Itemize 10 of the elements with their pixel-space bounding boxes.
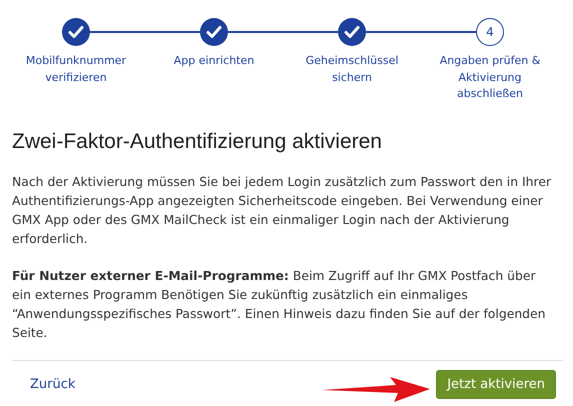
step-label: Mobilfunknummer verifizieren: [24, 53, 128, 86]
info-paragraph: Nach der Aktivierung müssen Sie bei jedem Login zusätzlich zum Passwort den in Ihrer Authentifizierungs-App angezeigten Sicherheitscode eingeben. Bei Verwendung einer GMX App oder des GMX MailCheck ist ein einmaliger Login nach der Aktivierung erforderlich.: [12, 173, 552, 248]
step-label: App einrichten: [172, 53, 256, 69]
back-link[interactable]: Zurück: [30, 377, 76, 392]
activate-button[interactable]: Jetzt aktivieren: [436, 370, 556, 399]
step-number: 4: [476, 18, 504, 46]
info-paragraph: Für Nutzer externer E-Mail-Programme: Beim Zugriff auf Ihr GMX Postfach über ein externes Programm Benötigen Sie zukünftig zusätzlich ein einmaliges “Anwendungsspezifisches Passwort”. Einen Hinweis dazu finden Sie auf der folgenden Seite.: [12, 267, 547, 342]
step-label: Geheimschlüssel sichern: [304, 53, 400, 86]
step-label: Angaben prüfen & Aktivierung abschließen: [438, 53, 542, 102]
page-heading: Zwei-Faktor-Authentifizierung aktivieren: [12, 130, 383, 154]
